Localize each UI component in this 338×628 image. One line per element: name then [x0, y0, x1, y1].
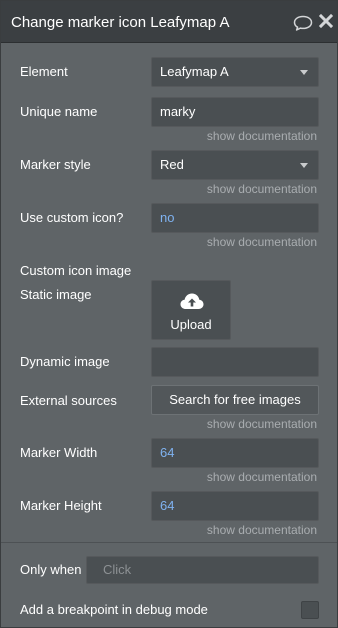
panel-title: Change marker icon Leafymap A	[11, 14, 230, 31]
show-documentation-link[interactable]: show documentation	[207, 470, 317, 484]
marker-height-input[interactable]: 64	[151, 491, 319, 521]
element-dropdown[interactable]: Leafymap A	[151, 57, 319, 87]
marker-width-input[interactable]: 64	[151, 438, 319, 468]
marker-style-dropdown[interactable]: Red	[151, 150, 319, 180]
chevron-down-icon	[300, 70, 308, 75]
show-documentation-link[interactable]: show documentation	[207, 182, 317, 196]
external-sources-label: External sources	[20, 393, 117, 408]
marker-style-label: Marker style	[20, 157, 91, 172]
custom-icon-image-label: Custom icon image	[20, 263, 132, 278]
element-label: Element	[20, 64, 68, 79]
section-divider	[1, 542, 337, 543]
marker-width-label: Marker Width	[20, 445, 98, 460]
unique-name-label: Unique name	[20, 104, 98, 119]
dynamic-image-input[interactable]	[151, 347, 319, 377]
show-documentation-link[interactable]: show documentation	[207, 129, 317, 143]
upload-button[interactable]: Upload	[151, 280, 231, 340]
chevron-down-icon	[300, 163, 308, 168]
unique-name-input[interactable]: marky	[151, 97, 319, 127]
only-when-label: Only when	[20, 562, 82, 577]
dynamic-image-label: Dynamic image	[20, 354, 110, 369]
use-custom-icon-input[interactable]: no	[151, 203, 319, 233]
only-when-condition-input[interactable]: Click	[86, 556, 319, 584]
comment-icon[interactable]	[293, 15, 313, 31]
breakpoint-checkbox[interactable]	[301, 601, 319, 619]
upload-cloud-icon	[180, 293, 204, 309]
show-documentation-link[interactable]: show documentation	[207, 523, 317, 537]
title-bar: Change marker icon Leafymap A	[1, 1, 337, 43]
upload-label: Upload	[170, 317, 212, 332]
use-custom-icon-label: Use custom icon?	[20, 210, 124, 225]
element-value: Leafymap A	[160, 64, 229, 79]
static-image-label: Static image	[20, 287, 92, 302]
marker-style-value: Red	[160, 157, 184, 172]
breakpoint-label: Add a breakpoint in debug mode	[20, 602, 208, 617]
property-editor-panel: Change marker icon Leafymap A Element Le…	[0, 0, 338, 628]
search-free-images-button[interactable]: Search for free images	[151, 385, 319, 415]
close-icon[interactable]	[319, 14, 333, 28]
show-documentation-link[interactable]: show documentation	[207, 417, 317, 431]
marker-height-label: Marker Height	[20, 498, 102, 513]
show-documentation-link[interactable]: show documentation	[207, 235, 317, 249]
